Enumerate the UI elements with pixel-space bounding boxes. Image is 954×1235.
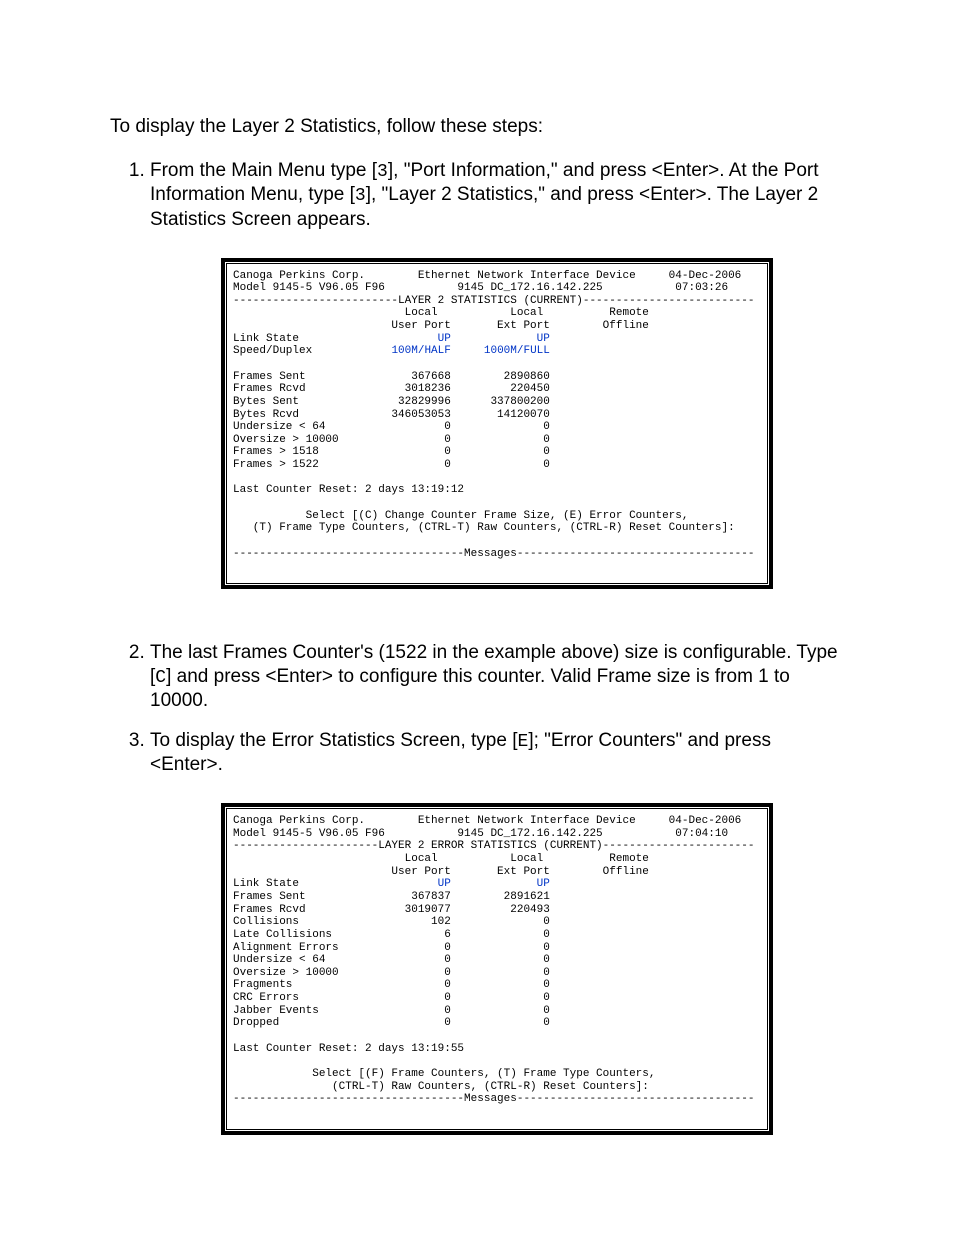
terminal-inner-1: Canoga Perkins Corp. Ethernet Network In…	[226, 263, 768, 584]
link-state-ext-port-1: UP	[537, 333, 550, 345]
terminal-text-2: Canoga Perkins Corp. Ethernet Network In…	[233, 815, 761, 1118]
step-2-text-b: ] and press <Enter> to configure this co…	[150, 666, 790, 712]
step-1: From the Main Menu type [3], "Port Infor…	[150, 159, 844, 625]
step-3: To display the Error Statistics Screen, …	[150, 729, 844, 1135]
link-state-user-port-2: UP	[438, 878, 451, 890]
step-2-key: C	[155, 668, 166, 688]
terminal-text-1: Canoga Perkins Corp. Ethernet Network In…	[233, 270, 761, 573]
link-state-ext-port-2: UP	[537, 878, 550, 890]
speed-duplex-user-port: 100M/HALF	[391, 345, 450, 357]
speed-duplex-ext-port: 1000M/FULL	[484, 345, 550, 357]
terminal-screenshot-1: Canoga Perkins Corp. Ethernet Network In…	[221, 258, 773, 589]
step-3-text-a: To display the Error Statistics Screen, …	[150, 730, 518, 751]
step-1-text-a: From the Main Menu type [	[150, 160, 377, 181]
step-1-key-2: 3	[355, 186, 366, 206]
link-state-user-port-1: UP	[438, 333, 451, 345]
intro-paragraph: To display the Layer 2 Statistics, follo…	[110, 115, 844, 139]
document-page: To display the Layer 2 Statistics, follo…	[0, 0, 954, 1235]
instruction-list: From the Main Menu type [3], "Port Infor…	[110, 159, 844, 1135]
step-3-key: E	[518, 732, 529, 752]
terminal-inner-2: Canoga Perkins Corp. Ethernet Network In…	[226, 808, 768, 1129]
step-2: The last Frames Counter's (1522 in the e…	[150, 641, 844, 713]
terminal-screenshot-2: Canoga Perkins Corp. Ethernet Network In…	[221, 803, 773, 1134]
step-1-key-1: 3	[377, 162, 388, 182]
